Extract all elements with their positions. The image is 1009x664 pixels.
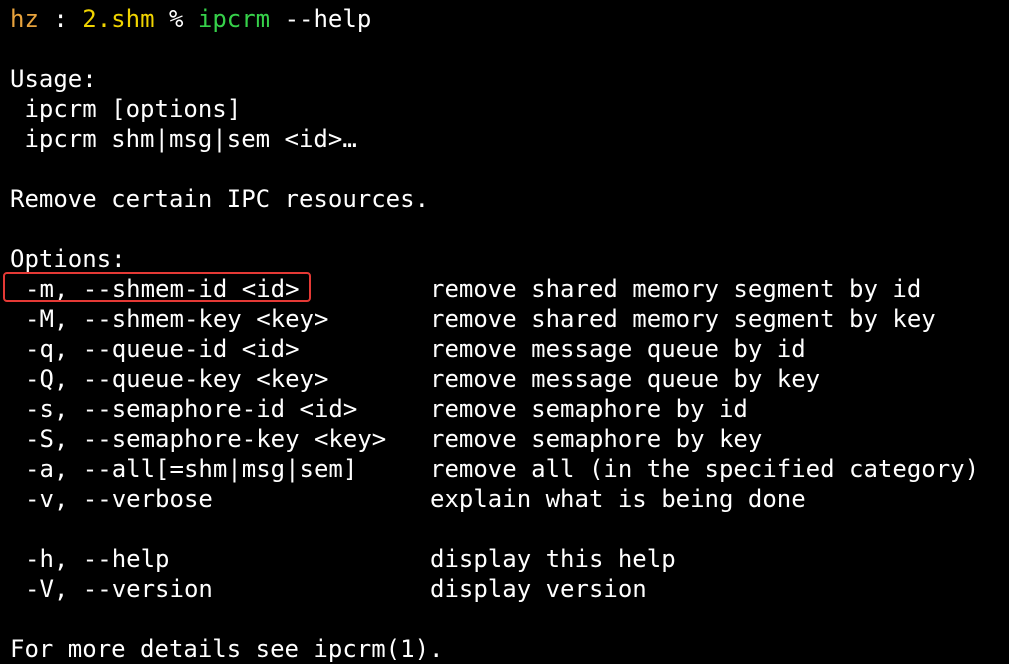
prompt-separator: :	[38, 5, 83, 33]
option-row: -S, --semaphore-key <key> remove semaphor…	[10, 424, 1005, 454]
prompt-command: ipcrm	[197, 5, 271, 33]
option-row: -m, --shmem-id <id> remove shared memory …	[10, 274, 1005, 304]
option-row: -h, --help display this help	[10, 544, 1005, 574]
options-heading: Options:	[10, 245, 126, 273]
footer-text: For more details see ipcrm(1).	[10, 635, 444, 663]
option-row: -a, --all[=shm|msg|sem] remove all (in th…	[10, 454, 1005, 484]
option-flag: -a, --all[=shm|msg|sem]	[25, 455, 358, 483]
option-description: display version	[430, 575, 647, 603]
option-flag: -V, --version	[25, 575, 213, 603]
usage-heading: Usage:	[10, 65, 97, 93]
usage-line: ipcrm [options]	[10, 95, 242, 123]
option-description: remove all (in the specified category)	[430, 455, 980, 483]
option-description: remove message queue by key	[430, 365, 821, 393]
prompt-directory: 2.shm	[82, 5, 155, 33]
option-flag: -q, --queue-id <id>	[25, 335, 300, 363]
usage-line: ipcrm shm|msg|sem <id>…	[10, 125, 357, 153]
option-row: -v, --verbose explain what is being done	[10, 484, 1005, 514]
option-row: -V, --version display version	[10, 574, 1005, 604]
option-flag: -s, --semaphore-id <id>	[25, 395, 358, 423]
option-row: -M, --shmem-key <key> remove shared memor…	[10, 304, 1005, 334]
prompt-args: --help	[270, 5, 372, 33]
prompt-line: hz : 2.shm % ipcrm --help	[10, 4, 1005, 34]
prompt-user: hz	[10, 5, 39, 33]
prompt-symbol: %	[154, 5, 198, 33]
option-description: remove message queue by id	[430, 335, 806, 363]
option-flag: -S, --semaphore-key <key>	[25, 425, 387, 453]
terminal-output: hz : 2.shm % ipcrm --help Usage: ipcrm […	[10, 4, 1005, 664]
option-flag: -Q, --queue-key <key>	[25, 365, 329, 393]
option-row: -Q, --queue-key <key> remove message queu…	[10, 364, 1005, 394]
option-description: remove shared memory segment by key	[430, 305, 936, 333]
option-description: remove semaphore by key	[430, 425, 763, 453]
option-description: remove semaphore by id	[430, 395, 748, 423]
option-description: display this help	[430, 545, 676, 573]
option-flag: -h, --help	[25, 545, 170, 573]
option-row: -s, --semaphore-id <id> remove semaphore …	[10, 394, 1005, 424]
option-description: explain what is being done	[430, 485, 806, 513]
option-row: -q, --queue-id <id> remove message queue …	[10, 334, 1005, 364]
option-description: remove shared memory segment by id	[430, 275, 922, 303]
description-text: Remove certain IPC resources.	[10, 185, 430, 213]
option-flag: -v, --verbose	[25, 485, 213, 513]
option-flag: -M, --shmem-key <key>	[25, 305, 329, 333]
option-flag: -m, --shmem-id <id>	[25, 275, 300, 303]
